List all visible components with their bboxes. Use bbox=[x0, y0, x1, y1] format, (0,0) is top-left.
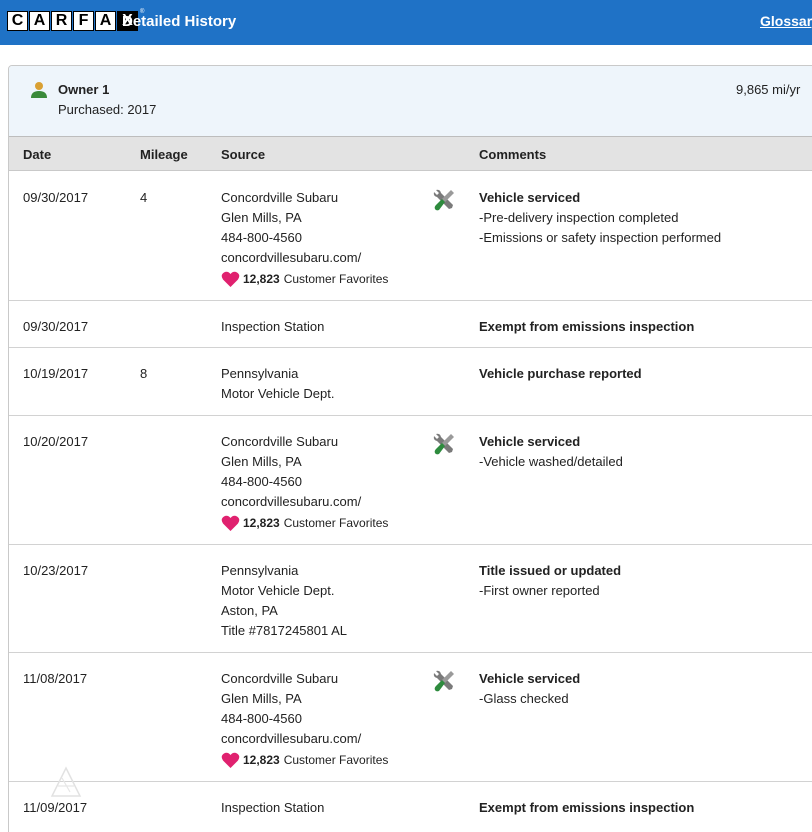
table-header: Date Mileage Source Comments bbox=[9, 137, 812, 171]
source-line: Concordville Subaru bbox=[221, 190, 339, 205]
row-source: Concordville Subaru Glen Mills, PA 484-800… bbox=[221, 188, 388, 290]
comment-heading: Vehicle serviced bbox=[479, 190, 581, 205]
customer-favorites[interactable]: 12,823 Customer Favorites bbox=[221, 749, 388, 771]
row-date: 09/30/2017 bbox=[23, 190, 89, 205]
comment-heading: Exempt from emissions inspection bbox=[479, 319, 695, 334]
row-date: 10/20/2017 bbox=[23, 434, 89, 449]
row-date: 10/19/2017 bbox=[23, 366, 89, 381]
top-bar: C A R F A X ® Detailed History Glossary bbox=[0, 0, 812, 45]
favorites-label: Customer Favorites bbox=[283, 516, 389, 530]
owner-purchased: Purchased: 2017 bbox=[58, 102, 157, 117]
source-line: Glen Mills, PA bbox=[221, 210, 302, 225]
row-source: Inspection Station bbox=[221, 798, 324, 818]
row-source: Pennsylvania Motor Vehicle Dept. Aston, PA… bbox=[221, 561, 347, 641]
logo-letter: A bbox=[95, 11, 116, 31]
page-title: Detailed History bbox=[122, 13, 237, 30]
row-date: 10/23/2017 bbox=[23, 563, 89, 578]
logo-letter: F bbox=[73, 11, 94, 31]
row-comments: Vehicle purchase reported bbox=[479, 364, 642, 384]
row-comments: Title issued or updated First owner repor… bbox=[479, 561, 621, 601]
row-comments: Exempt from emissions inspection bbox=[479, 317, 694, 337]
comment-heading: Exempt from emissions inspection bbox=[479, 800, 695, 815]
glossary-link[interactable]: Glossary bbox=[760, 13, 812, 29]
table-row: 10/20/2017 Concordville Subaru Glen Mills,… bbox=[9, 416, 812, 545]
table-row: 10/23/2017 Pennsylvania Motor Vehicle Dept… bbox=[9, 545, 812, 653]
row-comments: Vehicle serviced Vehicle washed/detailed bbox=[479, 432, 623, 472]
comment-heading: Vehicle serviced bbox=[479, 434, 581, 449]
heart-icon bbox=[221, 515, 240, 531]
comment-item: Glass checked bbox=[479, 689, 580, 709]
customer-favorites[interactable]: 12,823 Customer Favorites bbox=[221, 512, 388, 534]
heart-icon bbox=[221, 271, 240, 287]
source-line: Glen Mills, PA bbox=[221, 454, 302, 469]
source-line: Concordville Subaru bbox=[221, 434, 339, 449]
row-mileage: 4 bbox=[140, 190, 148, 205]
source-line: 484-800-4560 bbox=[221, 230, 302, 245]
row-mileage: 8 bbox=[140, 366, 148, 381]
wrench-screwdriver-icon bbox=[433, 433, 454, 455]
source-line: Inspection Station bbox=[221, 800, 325, 815]
wrench-screwdriver-icon bbox=[433, 670, 454, 692]
column-header-date: Date bbox=[23, 147, 52, 162]
source-line: Aston, PA bbox=[221, 603, 278, 618]
column-header-mileage: Mileage bbox=[140, 147, 188, 162]
row-source: Concordville Subaru Glen Mills, PA 484-800… bbox=[221, 432, 388, 534]
comment-heading: Vehicle serviced bbox=[479, 671, 581, 686]
comment-heading: Title issued or updated bbox=[479, 563, 622, 578]
table-row: 09/30/2017 Inspection Station Exempt from … bbox=[9, 301, 812, 348]
comment-item: Pre-delivery inspection completed bbox=[479, 208, 721, 228]
source-line: 484-800-4560 bbox=[221, 474, 302, 489]
favorites-count: 12,823 bbox=[243, 753, 280, 767]
row-source: Pennsylvania Motor Vehicle Dept. bbox=[221, 364, 334, 404]
comment-heading: Vehicle purchase reported bbox=[479, 366, 642, 381]
source-line: concordvillesubaru.com/ bbox=[221, 494, 362, 509]
source-line: concordvillesubaru.com/ bbox=[221, 731, 362, 746]
row-comments: Vehicle serviced Pre-delivery inspection … bbox=[479, 188, 721, 248]
source-line: Motor Vehicle Dept. bbox=[221, 386, 335, 401]
logo-letter: R bbox=[51, 11, 72, 31]
owner-history-card: Owner 1 Purchased: 2017 9,865 mi/yr Date… bbox=[8, 65, 812, 832]
row-date: 11/09/2017 bbox=[23, 800, 88, 815]
row-date: 11/08/2017 bbox=[23, 671, 88, 686]
column-header-comments: Comments bbox=[479, 147, 547, 162]
heart-icon bbox=[221, 752, 240, 768]
table-row: 09/30/2017 4 Concordville Subaru Glen Mills… bbox=[9, 172, 812, 301]
source-line: 484-800-4560 bbox=[221, 711, 302, 726]
person-icon bbox=[31, 82, 47, 98]
watermark-logo bbox=[50, 766, 82, 797]
source-line: Motor Vehicle Dept. bbox=[221, 583, 335, 598]
table-row: 11/09/2017 Inspection Station Exempt from … bbox=[9, 782, 812, 832]
column-header-source: Source bbox=[221, 147, 266, 162]
source-line: Concordville Subaru bbox=[221, 671, 339, 686]
source-line: concordvillesubaru.com/ bbox=[221, 250, 362, 265]
row-date: 09/30/2017 bbox=[23, 319, 89, 334]
logo-letter: A bbox=[29, 11, 50, 31]
wrench-screwdriver-icon bbox=[433, 189, 454, 211]
favorites-count: 12,823 bbox=[243, 516, 280, 530]
table-row: 11/08/2017 Concordville Subaru Glen Mills,… bbox=[9, 653, 812, 782]
customer-favorites[interactable]: 12,823 Customer Favorites bbox=[221, 268, 388, 290]
owner-title: Owner 1 bbox=[58, 82, 110, 97]
favorites-label: Customer Favorites bbox=[283, 272, 389, 286]
row-source: Inspection Station bbox=[221, 317, 324, 337]
row-source: Concordville Subaru Glen Mills, PA 484-800… bbox=[221, 669, 388, 771]
source-line: Glen Mills, PA bbox=[221, 691, 302, 706]
comment-item: Emissions or safety inspection performed bbox=[479, 228, 721, 248]
favorites-count: 12,823 bbox=[243, 272, 280, 286]
row-comments: Vehicle serviced Glass checked bbox=[479, 669, 580, 709]
owner-header: Owner 1 Purchased: 2017 9,865 mi/yr bbox=[9, 66, 812, 137]
favorites-label: Customer Favorites bbox=[283, 753, 389, 767]
source-line: Pennsylvania bbox=[221, 563, 299, 578]
source-line: Inspection Station bbox=[221, 319, 325, 334]
comment-item: Vehicle washed/detailed bbox=[479, 452, 623, 472]
table-row: 10/19/2017 8 Pennsylvania Motor Vehicle Dep… bbox=[9, 348, 812, 416]
owner-miles-per-year: 9,865 mi/yr bbox=[736, 82, 801, 97]
row-comments: Exempt from emissions inspection bbox=[479, 798, 694, 818]
logo-letter: C bbox=[7, 11, 28, 31]
source-line: Pennsylvania bbox=[221, 366, 299, 381]
source-line: Title #7817245801 AL bbox=[221, 623, 348, 638]
comment-item: First owner reported bbox=[479, 581, 621, 601]
